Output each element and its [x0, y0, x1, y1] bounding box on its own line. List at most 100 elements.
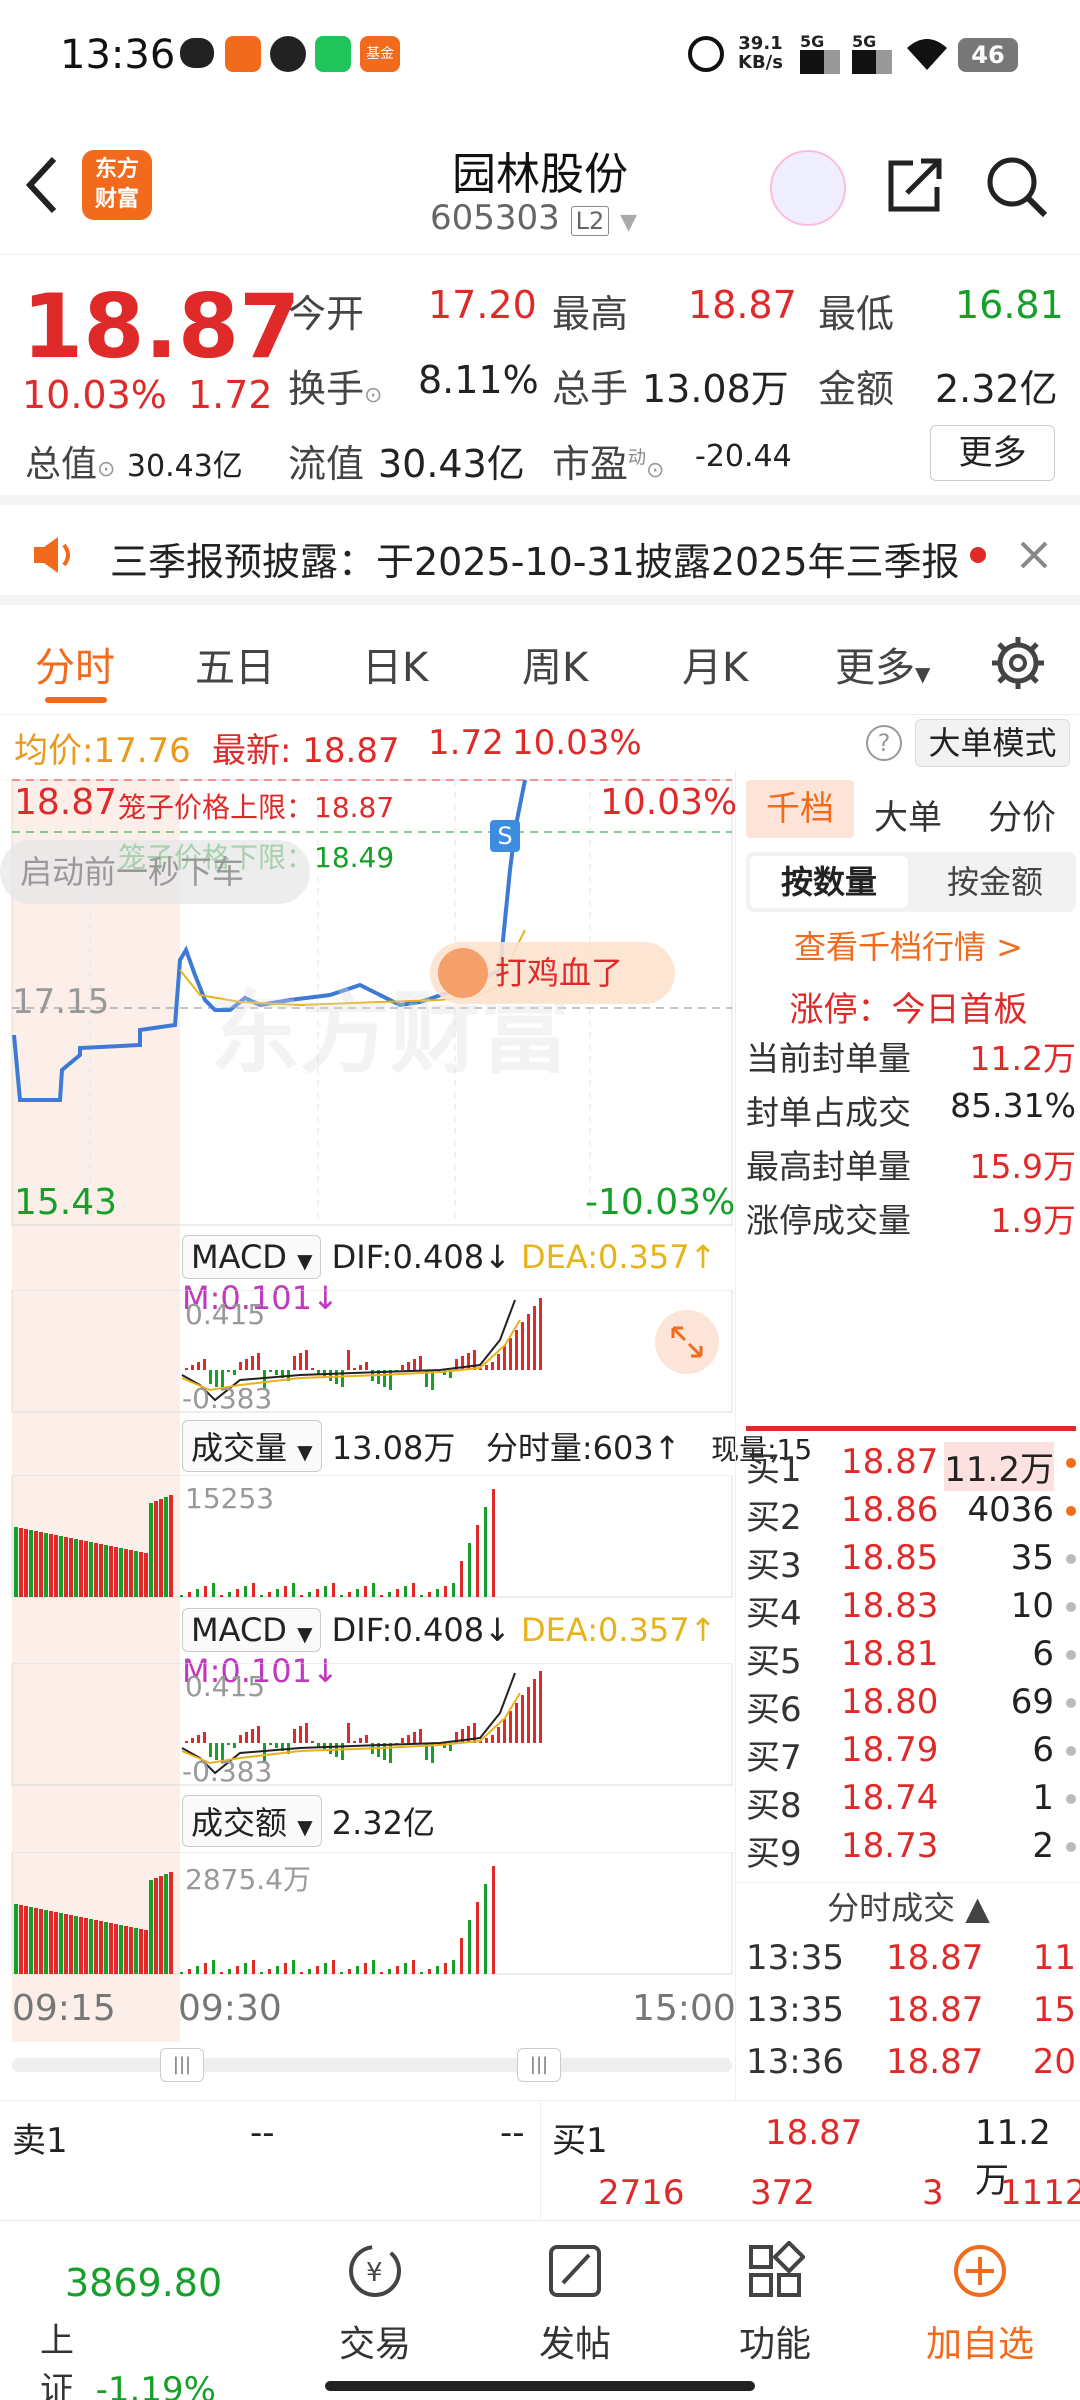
bid-row[interactable]: 买4 18.83 10: [746, 1586, 1076, 1634]
bid-qty: 69: [1010, 1682, 1054, 1722]
tick-time: 13:35: [746, 1938, 844, 1978]
volume-bar: [260, 1972, 263, 1974]
macd-bar: [407, 1362, 410, 1370]
tab-big-orders[interactable]: 大单: [874, 790, 942, 839]
chart-area[interactable]: 18.87 10.03% 笼子价格上限：18.87 笼子价格下限：18.49 启…: [0, 770, 812, 2100]
by-amount-button[interactable]: 按金额: [916, 856, 1074, 908]
bid-dot: [1066, 1506, 1076, 1516]
expand-icon[interactable]: [655, 1310, 719, 1374]
volume-bar: [109, 1546, 113, 1597]
sell-signal-marker[interactable]: S: [490, 820, 520, 852]
macd-header: MACD ▼ DIF:0.408↓ DEA:0.357↑ M:0.101↓: [182, 1235, 735, 1317]
buy1-price: 18.87: [765, 2113, 863, 2153]
amount-selector[interactable]: 成交额 ▼: [182, 1795, 322, 1847]
volume-bar: [380, 1595, 383, 1597]
ticks-title[interactable]: 分时成交 ▲: [736, 1882, 1080, 1932]
more-button[interactable]: 更多: [930, 425, 1055, 481]
bid-level: 买7: [746, 1738, 802, 1778]
macd-selector[interactable]: MACD ▼: [182, 1235, 322, 1279]
macd-bar: [329, 1370, 332, 1381]
bid-row[interactable]: 买2 18.86 4036: [746, 1490, 1076, 1538]
add-icon: [954, 2245, 1006, 2297]
status-bar: 13:36 基金 39.1 KB/s 5G 5G 46: [0, 0, 1080, 110]
axis-mid-price: 17.15: [12, 982, 110, 1022]
bid-row[interactable]: 买6 18.80 69: [746, 1682, 1076, 1730]
volume-bar: [324, 1586, 327, 1597]
macd-bar: [515, 1703, 518, 1743]
bid-qty: 6: [1032, 1730, 1054, 1770]
share-icon[interactable]: [885, 155, 945, 215]
turnover-value: 8.11%: [418, 358, 539, 402]
nav-functions[interactable]: 功能: [675, 2221, 875, 2400]
bid-row[interactable]: 买8 18.74 1: [746, 1778, 1076, 1826]
volume-bar: [220, 1595, 223, 1597]
volume-chart[interactable]: [0, 1475, 735, 1600]
volume-bar: [54, 1912, 58, 1974]
signal-icon: [852, 50, 892, 74]
macd-bar: [257, 1353, 260, 1370]
volume-bar: [396, 1589, 399, 1597]
tab-monthly-k[interactable]: 月K: [682, 635, 748, 693]
tab-level-book[interactable]: 千档: [746, 780, 854, 838]
tab-more[interactable]: 更多▼: [835, 635, 930, 693]
help-icon[interactable]: ?: [866, 725, 902, 761]
low-value: 16.81: [955, 283, 1064, 327]
close-icon[interactable]: [1018, 539, 1050, 571]
volume-bar: [388, 1592, 391, 1597]
range-handle-right[interactable]: |||: [517, 2048, 561, 2082]
bid-row[interactable]: 买7 18.79 6: [746, 1730, 1076, 1778]
macd-chart[interactable]: [0, 1290, 735, 1415]
nav-post[interactable]: 发帖: [475, 2221, 675, 2400]
index-ticker[interactable]: 3869.80 上证 -1.19%: [30, 2221, 230, 2400]
bid-row[interactable]: 买1 18.87 11.2万: [746, 1442, 1076, 1491]
by-quantity-button[interactable]: 按数量: [750, 856, 908, 908]
stock-code[interactable]: 605303 L2 ▼: [430, 198, 637, 238]
battery-icon: 46: [958, 38, 1018, 72]
macd-bar: [311, 1741, 314, 1743]
amount-chart[interactable]: [0, 1852, 735, 1977]
nav-add-watchlist[interactable]: 加自选: [880, 2221, 1080, 2400]
range-handle-left[interactable]: |||: [160, 2048, 204, 2082]
volume-bar: [114, 1924, 118, 1974]
bid-row[interactable]: 买3 18.85 35: [746, 1538, 1076, 1586]
pre-open-tag[interactable]: 启动前一秒下车: [0, 840, 310, 904]
last-pct: 10.03%: [512, 723, 642, 763]
wechat-icon: [180, 38, 214, 68]
macd-chart-2[interactable]: [0, 1663, 735, 1788]
nav-trade[interactable]: ¥ 交易: [275, 2221, 475, 2400]
bid-row[interactable]: 买5 18.81 6: [746, 1634, 1076, 1682]
tick-qty: 20: [1032, 2042, 1076, 2082]
avg-price: 均价:17.76: [14, 731, 191, 771]
tab-price-dist[interactable]: 分价: [988, 790, 1056, 839]
tab-daily-k[interactable]: 日K: [362, 635, 428, 693]
tab-weekly-k[interactable]: 周K: [522, 635, 588, 693]
macd-bar: [185, 1741, 188, 1743]
volume-selector[interactable]: 成交量 ▼: [182, 1420, 322, 1472]
big-order-mode-button[interactable]: 大单模式: [915, 719, 1070, 767]
range-track[interactable]: [12, 2058, 732, 2072]
volume-bar: [94, 1920, 98, 1974]
volume-bar: [134, 1551, 138, 1597]
bid-row[interactable]: 买9 18.73 2: [746, 1826, 1076, 1874]
macd-selector-2[interactable]: MACD ▼: [182, 1608, 322, 1652]
tab-intraday[interactable]: 分时: [35, 635, 115, 693]
volume-bar: [428, 1592, 431, 1597]
macd-bar: [407, 1735, 410, 1743]
bid-book[interactable]: 买1 18.87 11.2万 买2 18.86 4036 买3 18.85 35 买4 18.83 1…: [736, 1442, 1080, 1882]
bid-price: 18.87: [841, 1442, 939, 1482]
view-level-quotes-link[interactable]: 查看千档行情 >: [736, 922, 1080, 968]
assistant-avatar[interactable]: [770, 150, 846, 226]
bid-price: 18.80: [841, 1682, 939, 1722]
mood-bubble[interactable]: 打鸡血了: [430, 942, 675, 1004]
notice-bar[interactable]: 三季报预披露：于2025-10-31披露2025年三季报: [0, 505, 1080, 605]
settings-icon[interactable]: [990, 635, 1046, 691]
macd-bar: [419, 1729, 422, 1743]
macd-bar: [473, 1723, 476, 1743]
volume-bar: [276, 1966, 279, 1974]
volume-bar: [164, 1874, 168, 1974]
search-icon[interactable]: [985, 155, 1049, 219]
volume-bar: [64, 1537, 68, 1597]
tab-five-day[interactable]: 五日: [195, 635, 275, 693]
bid-level: 买6: [746, 1690, 802, 1730]
bid-qty: 6: [1032, 1634, 1054, 1674]
